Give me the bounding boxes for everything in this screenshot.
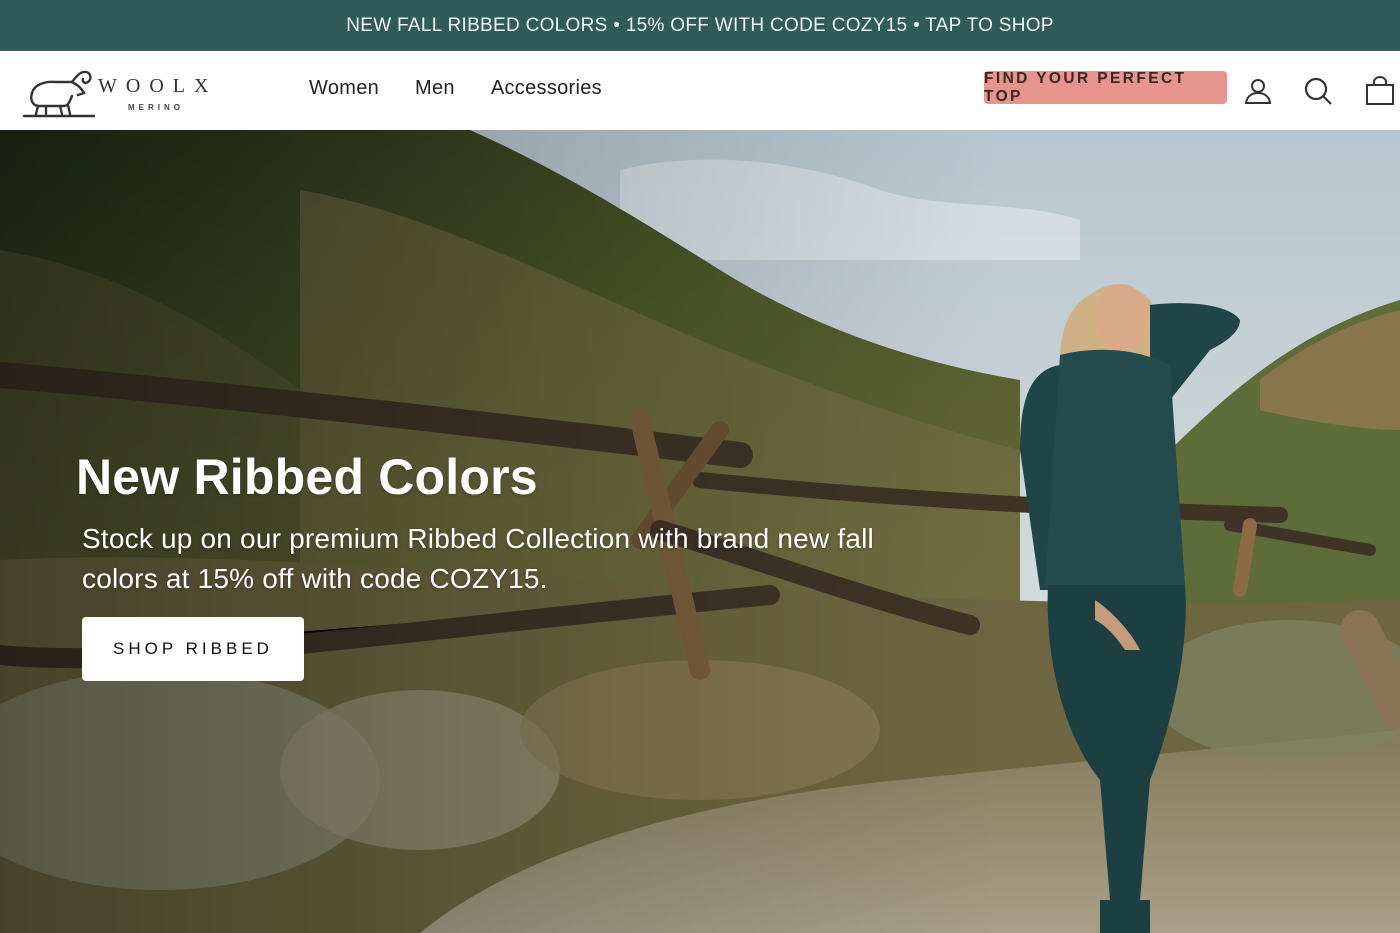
main-nav: Women Men Accessories xyxy=(309,77,602,100)
hero-title: New Ribbed Colors xyxy=(76,449,538,505)
account-icon[interactable] xyxy=(1242,75,1274,107)
nav-women[interactable]: Women xyxy=(309,77,379,100)
logo-wordmark: WOOLX xyxy=(98,75,218,97)
logo-subtitle: MERINO xyxy=(128,103,184,112)
cart-icon[interactable] xyxy=(1364,75,1396,107)
shop-ribbed-button[interactable]: SHOP RIBBED xyxy=(82,617,304,681)
announcement-text: NEW FALL RIBBED COLORS • 15% OFF WITH CO… xyxy=(346,14,1054,36)
nav-men[interactable]: Men xyxy=(415,77,455,100)
site-header: WOOLX MERINO Women Men Accessories FIND … xyxy=(0,51,1400,130)
ram-logo-icon xyxy=(22,70,96,118)
hero-banner[interactable]: New Ribbed Colors Stock up on our premiu… xyxy=(0,130,1400,933)
nav-accessories[interactable]: Accessories xyxy=(491,77,602,100)
find-your-perfect-top-button[interactable]: FIND YOUR PERFECT TOP xyxy=(984,70,1227,105)
logo[interactable]: WOOLX MERINO xyxy=(22,63,232,119)
hero-subtitle: Stock up on our premium Ribbed Collectio… xyxy=(82,523,874,594)
announcement-bar[interactable]: NEW FALL RIBBED COLORS • 15% OFF WITH CO… xyxy=(0,0,1400,51)
search-icon[interactable] xyxy=(1302,75,1334,107)
